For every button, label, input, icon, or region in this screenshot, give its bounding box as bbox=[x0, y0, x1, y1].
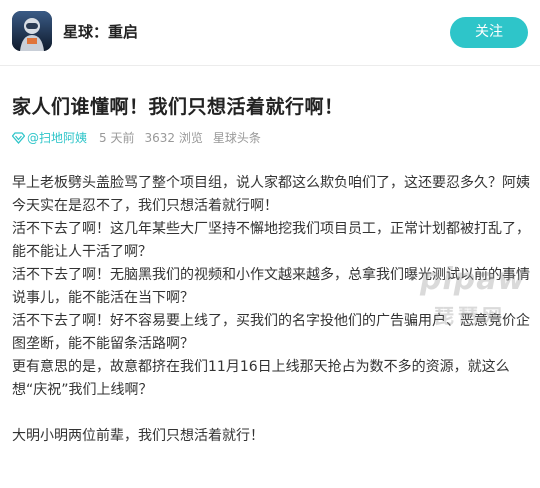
paragraph: 活不下去了啊！无脑黑我们的视频和小作文越来越多，总拿我们曝光测试以前的事情说事儿… bbox=[12, 267, 530, 306]
article-title: 家人们谁懂啊！我们只想活着就行啊！ bbox=[12, 96, 344, 118]
verified-diamond-icon bbox=[12, 131, 25, 144]
top-bar: 星球：重启 关注 bbox=[0, 0, 540, 66]
source-label[interactable]: 星球头条 bbox=[213, 129, 261, 146]
app-title: 星球：重启 bbox=[63, 23, 139, 41]
author-link[interactable]: @扫地阿姨 bbox=[27, 129, 87, 146]
paragraph: 活不下去了啊！这几年某些大厂坚持不懈地挖我们项目员工，正常计划都被打乱了，能不能… bbox=[12, 221, 530, 260]
paragraph: 活不下去了啊！好不容易要上线了，买我们的名字投他们的广告骗用户、恶意竞价企图垄断… bbox=[12, 313, 530, 352]
game-avatar-icon[interactable] bbox=[12, 11, 52, 51]
article-meta: @扫地阿姨 5 天前 3632 浏览 星球头条 bbox=[12, 127, 261, 147]
paragraph: 更有意思的是，故意都挤在我们11月16日上线那天抢占为数不多的资源，就这么想“庆… bbox=[12, 359, 510, 398]
article-body: 早上老板劈头盖脸骂了整个项目组，说人家都这么欺负咱们了，这还要忍多久？阿姨今天实… bbox=[12, 172, 532, 448]
post-time: 5 天前 bbox=[99, 130, 135, 145]
paragraph: 早上老板劈头盖脸骂了整个项目组，说人家都这么欺负咱们了，这还要忍多久？阿姨今天实… bbox=[12, 175, 530, 214]
view-count: 3632 浏览 bbox=[144, 130, 203, 145]
paragraph: 大明小明两位前辈，我们只想活着就行！ bbox=[12, 428, 264, 444]
follow-button[interactable]: 关注 bbox=[450, 17, 528, 48]
